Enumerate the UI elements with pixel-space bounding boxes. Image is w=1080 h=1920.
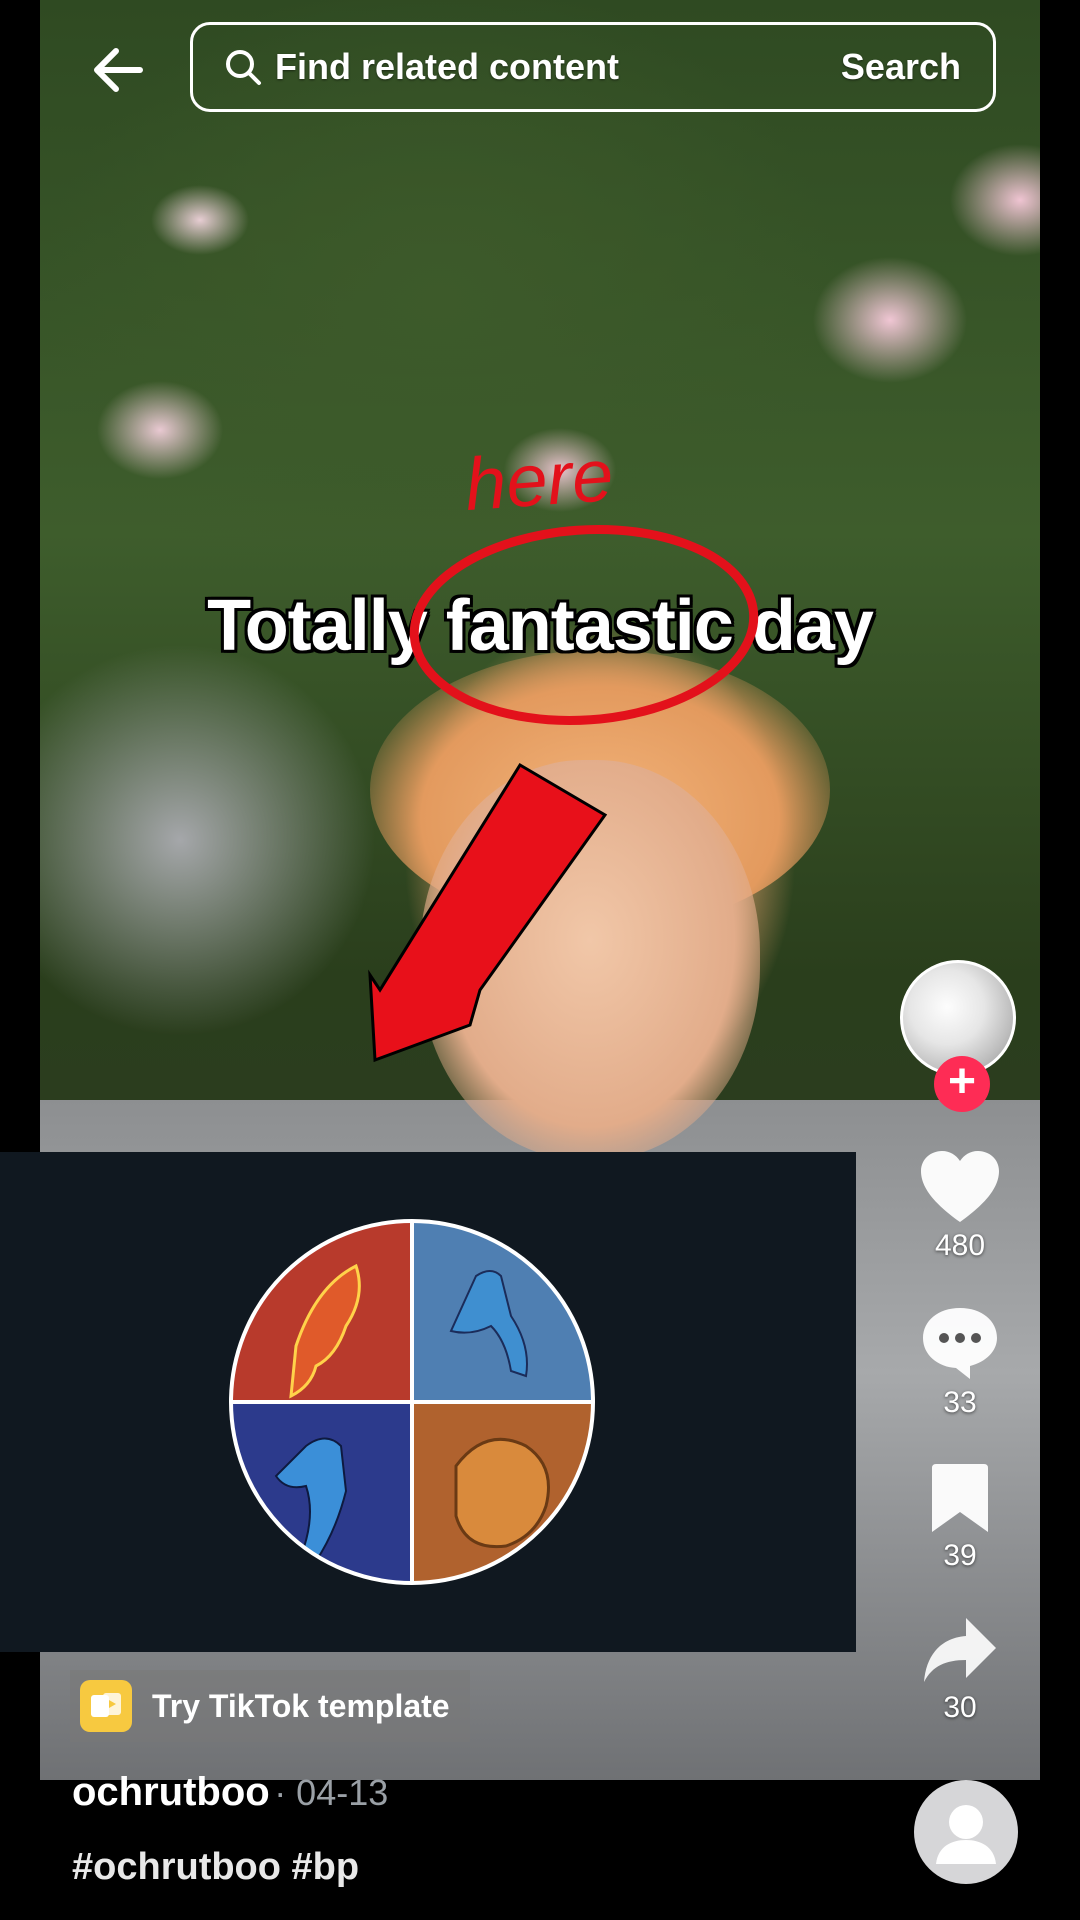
annotation-circle <box>409 524 759 726</box>
heart-icon <box>921 1151 999 1222</box>
search-input[interactable]: Find related content <box>275 46 841 88</box>
annotation-arrow <box>368 762 608 1063</box>
bookmark-count: 39 <box>943 1539 977 1572</box>
share-icon <box>924 1618 996 1682</box>
like-count: 480 <box>934 1229 986 1262</box>
share-button[interactable]: 30 <box>900 1616 1020 1725</box>
comment-icon <box>923 1308 997 1379</box>
comment-count: 33 <box>943 1386 977 1419</box>
creator-avatar-wrap[interactable]: + <box>900 960 1020 1112</box>
fantastic-four-emblem <box>229 1219 595 1585</box>
search-bar[interactable]: Find related content Search <box>190 22 996 112</box>
annotation-here: here <box>462 433 616 526</box>
author-name[interactable]: ochrutboo <box>72 1770 270 1814</box>
annotation-overlay: here <box>368 433 759 1063</box>
follow-button[interactable]: + <box>934 1056 990 1112</box>
post-meta: ochrutboo · 04-13 <box>72 1770 388 1815</box>
like-button[interactable]: 480 <box>900 1150 1020 1263</box>
comment-button[interactable]: 33 <box>900 1305 1020 1420</box>
post-date: · 04-13 <box>274 1772 389 1813</box>
bookmark-button[interactable]: 39 <box>900 1462 1020 1573</box>
back-arrow-icon <box>94 48 143 92</box>
template-label: Try TikTok template <box>152 1687 450 1724</box>
share-count: 30 <box>943 1691 977 1724</box>
top-bar: Find related content Search <box>0 0 1080 140</box>
back-button[interactable] <box>88 40 148 100</box>
user-icon <box>936 1805 996 1864</box>
plus-icon: + <box>947 1055 977 1108</box>
hashtags[interactable]: #ochrutboo #bp <box>72 1846 359 1889</box>
user-avatar[interactable] <box>914 1780 1018 1884</box>
template-icon <box>80 1680 132 1732</box>
search-icon <box>226 50 261 85</box>
search-button[interactable]: Search <box>841 46 961 88</box>
bookmark-icon <box>932 1464 988 1532</box>
try-template-button[interactable]: Try TikTok template <box>70 1670 470 1742</box>
